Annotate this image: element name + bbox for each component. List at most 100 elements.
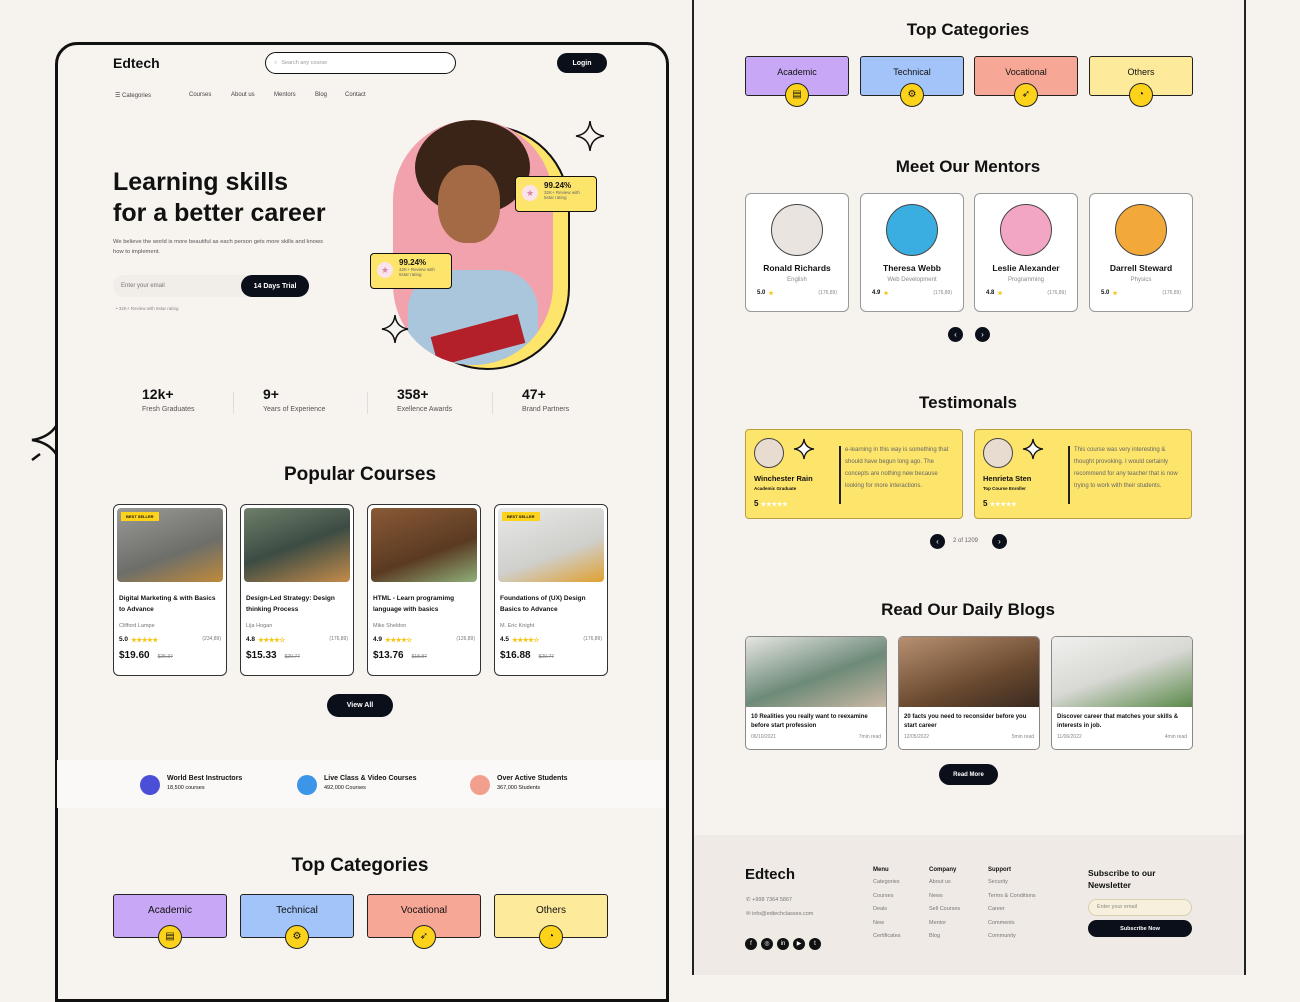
divider: [233, 392, 234, 414]
rating-value: 5: [983, 499, 988, 508]
category-technical[interactable]: Technical ⚙: [860, 56, 964, 107]
footer-link[interactable]: Terms & Conditions: [988, 890, 1036, 904]
mentor-subject: English: [787, 277, 807, 283]
stat-label: Brand Partners: [522, 406, 570, 413]
hero-title-line: for a better career: [113, 199, 326, 227]
mentor-card[interactable]: Theresa Webb Web Development 4.9 ★ (176,89): [860, 193, 964, 312]
blog-date: 12/05/2022: [904, 734, 930, 740]
panel-divider: [692, 0, 694, 975]
blog-read-time: 7min read: [858, 734, 881, 740]
course-image: BEST SELLER: [117, 508, 223, 582]
newsletter-email-input[interactable]: Enter your email: [1088, 899, 1192, 916]
category-academic[interactable]: Academic ▤: [745, 56, 849, 107]
old-price: $18.87: [411, 654, 427, 660]
next-arrow-icon[interactable]: ›: [992, 534, 1007, 549]
blog-card[interactable]: 20 facts you need to reconsider before y…: [898, 636, 1040, 750]
category-label: Vocational: [1005, 67, 1047, 77]
divider: [367, 392, 368, 414]
prev-arrow-icon[interactable]: ‹: [948, 327, 963, 342]
trial-button[interactable]: 14 Days Trial: [241, 275, 309, 297]
testimonial-card: Winchester Rain Academic Graduate 5 ★★★★★ e…: [745, 429, 963, 519]
footer-link[interactable]: Sell Courses: [929, 903, 960, 917]
facebook-icon[interactable]: f: [745, 938, 757, 950]
testimonials-title: Testimonals: [919, 393, 1017, 412]
read-more-button[interactable]: Read More: [939, 764, 998, 785]
logo[interactable]: Edtech: [113, 55, 160, 71]
blog-read-time: 4min read: [1164, 734, 1187, 740]
view-all-button[interactable]: View All: [327, 694, 393, 717]
rocket-icon: ➶: [1014, 83, 1038, 107]
mentor-card[interactable]: Darrell Steward Physics 5.0 ★ (176,89): [1089, 193, 1193, 312]
feature-item: World Best Instructors 18,500 courses: [140, 775, 242, 795]
search-input[interactable]: ○ Search any course: [265, 52, 456, 74]
blog-card[interactable]: 10 Realities you really want to reexamin…: [745, 636, 887, 750]
mentor-name: Ronald Richards: [763, 263, 831, 273]
footer-link[interactable]: Blog: [929, 930, 960, 944]
footer-link[interactable]: Mentor: [929, 917, 960, 931]
footer-link[interactable]: Certificates: [873, 930, 901, 944]
next-arrow-icon[interactable]: ›: [975, 327, 990, 342]
footer-link[interactable]: Security: [988, 876, 1036, 890]
sparkle-icon: [1022, 438, 1044, 460]
linkedin-icon[interactable]: in: [777, 938, 789, 950]
nav-contact[interactable]: Contact: [345, 92, 366, 98]
rating-badge: ★ 99.24% 32K+ Review with 5star rating: [370, 253, 452, 289]
reviewer-name: Henrieta Sten: [983, 474, 1032, 483]
mentor-card[interactable]: Ronald Richards English 5.0 ★ (176,89): [745, 193, 849, 312]
feature-item: Over Active Students 367,000 Students: [470, 775, 568, 795]
nav-about[interactable]: About us: [231, 92, 255, 98]
category-academic[interactable]: Academic ▤: [113, 894, 227, 949]
price: $13.76: [373, 650, 404, 661]
rating-value: 5.0: [757, 290, 766, 296]
footer-link[interactable]: Deals: [873, 903, 901, 917]
footer-link[interactable]: Comments: [988, 917, 1036, 931]
course-title: Foundations of (UX) Design Basics to Adv…: [500, 595, 586, 613]
star-icon: ★: [997, 291, 1003, 297]
blog-image: [746, 637, 886, 707]
avatar: [983, 438, 1013, 468]
footer-link[interactable]: About us: [929, 876, 960, 890]
rating-value: 4.8: [246, 636, 256, 643]
subscribe-button[interactable]: Subscribe Now: [1088, 920, 1192, 937]
footer-link[interactable]: Community: [988, 930, 1036, 944]
blog-card[interactable]: Discover career that matches your skills…: [1051, 636, 1193, 750]
course-card[interactable]: HTML - Learn programimg language with ba…: [367, 504, 481, 676]
feature-title: Over Active Students: [497, 775, 568, 782]
youtube-icon[interactable]: ▶: [793, 938, 805, 950]
instagram-icon[interactable]: ◎: [761, 938, 773, 950]
footer-link[interactable]: Categories: [873, 876, 901, 890]
star-rating-icon: ★★★★★: [760, 502, 788, 508]
sparkle-icon: [575, 120, 605, 152]
stat-value: 12k+: [142, 386, 174, 402]
footer-link[interactable]: News: [929, 890, 960, 904]
category-technical[interactable]: Technical ⚙: [240, 894, 354, 949]
star-rating-icon: ★★★★☆: [512, 637, 539, 644]
category-vocational[interactable]: Vocational ➶: [367, 894, 481, 949]
footer-link[interactable]: Courses: [873, 890, 901, 904]
course-card[interactable]: Design-Led Strategy: Design thinking Pro…: [240, 504, 354, 676]
category-vocational[interactable]: Vocational ➶: [974, 56, 1078, 107]
mentor-rating: 5.0 ★ (176,89): [1090, 290, 1192, 297]
course-card[interactable]: BEST SELLER Digital Marketing & with Bas…: [113, 504, 227, 676]
hero-image: [393, 120, 553, 365]
stat: 358+ Exellence Awards: [397, 386, 452, 413]
footer-link[interactable]: Career: [988, 903, 1036, 917]
prev-arrow-icon[interactable]: ‹: [930, 534, 945, 549]
hero-title-line: Learning skills: [113, 168, 289, 196]
nav-blog[interactable]: Blog: [315, 92, 327, 98]
footer-link[interactable]: New: [873, 917, 901, 931]
avatar: [1115, 204, 1167, 256]
twitter-icon[interactable]: t: [809, 938, 821, 950]
rating-value: 4.5: [500, 636, 510, 643]
rocket-icon: ➶: [412, 925, 436, 949]
course-rating: 4.8 ★★★★☆ (176,89): [246, 636, 348, 644]
nav-mentors[interactable]: Mentors: [274, 92, 296, 98]
nav-courses[interactable]: Courses: [189, 92, 211, 98]
login-button[interactable]: Login: [557, 53, 607, 73]
course-card[interactable]: BEST SELLER Foundations of (UX) Design B…: [494, 504, 608, 676]
panel-divider: [1244, 0, 1246, 975]
categories-menu[interactable]: ☰ Categories: [115, 92, 151, 99]
category-others[interactable]: Others ◔: [494, 894, 608, 949]
mentor-card[interactable]: Leslie Alexander Programming 4.8 ★ (176,89): [974, 193, 1078, 312]
category-others[interactable]: Others ◔: [1089, 56, 1193, 107]
